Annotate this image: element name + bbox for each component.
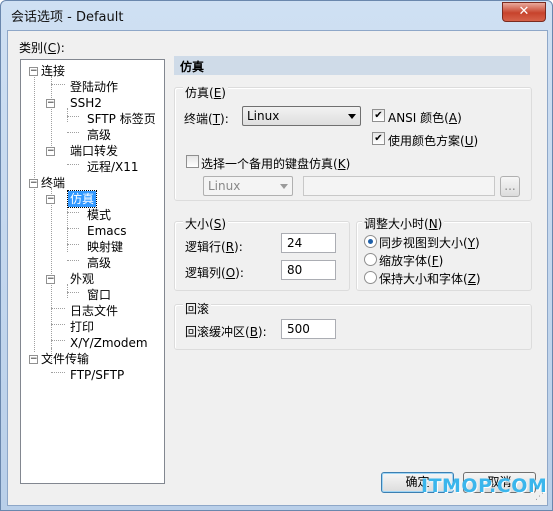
tree-item-window[interactable]: 窗口 <box>87 287 111 303</box>
panel-header: 仿真 <box>174 56 530 75</box>
collapse-icon[interactable]: − <box>46 147 55 156</box>
panel-title: 仿真 <box>180 60 205 74</box>
category-label: 类别(C): <box>19 41 65 55</box>
alt-keyboard-label[interactable]: 选择一个备用的键盘仿真(K) <box>201 155 350 172</box>
collapse-icon[interactable]: − <box>29 179 38 188</box>
title-bar[interactable]: 会话选项 - Default ✕ <box>1 1 552 29</box>
tree-item-ssh2[interactable]: SSH2 <box>70 95 102 111</box>
collapse-icon[interactable]: − <box>46 275 55 284</box>
tree-item-emulation-advanced[interactable]: 高级 <box>87 255 111 271</box>
chevron-down-icon <box>280 184 288 189</box>
scrollback-group-title: 回滚 <box>183 300 212 317</box>
scale-font-label[interactable]: 缩放字体(F) <box>379 252 443 269</box>
dialog-body: 类别(C): − 连接 登陆动作 − SSH2 SFTP 标签页 高级 − 端口… <box>7 30 548 506</box>
columns-label: 逻辑列(O): <box>185 266 244 280</box>
tree-item-emacs[interactable]: Emacs <box>87 223 126 239</box>
tree-item-ftp-sftp[interactable]: FTP/SFTP <box>70 367 124 383</box>
color-scheme-label[interactable]: 使用颜色方案(U) <box>388 132 478 149</box>
close-button[interactable]: ✕ <box>502 2 546 22</box>
keep-size-radio[interactable] <box>364 271 377 284</box>
alt-keyboard-value: Linux <box>208 179 241 193</box>
tree-item-remote-x11[interactable]: 远程/X11 <box>87 159 139 175</box>
watermark: ITMOP.COM <box>421 475 548 497</box>
terminal-type-select[interactable]: Linux <box>242 106 361 126</box>
chevron-down-icon <box>348 114 356 119</box>
collapse-icon[interactable]: − <box>46 195 55 204</box>
sync-view-label[interactable]: 同步视图到大小(Y) <box>379 234 480 251</box>
browse-button[interactable]: ... <box>500 176 520 197</box>
alt-keyboard-select[interactable]: Linux <box>203 176 293 196</box>
scrollback-buffer-label: 回滚缓冲区(B): <box>185 325 267 339</box>
emulation-group-title: 仿真(E) <box>183 84 228 101</box>
tree-item-file-transfer[interactable]: 文件传输 <box>41 351 89 367</box>
scrollback-buffer-field[interactable]: 500 <box>281 319 336 339</box>
collapse-icon[interactable]: − <box>29 355 38 364</box>
tree-item-modes[interactable]: 模式 <box>87 207 111 223</box>
terminal-type-value: Linux <box>247 109 280 123</box>
alt-keyboard-path-field[interactable] <box>303 176 495 196</box>
tree-item-mapped-keys[interactable]: 映射键 <box>87 239 123 255</box>
ansi-color-label[interactable]: ANSI 颜色(A) <box>388 109 462 126</box>
scale-font-radio[interactable] <box>364 253 377 266</box>
resize-group-title: 调整大小时(N) <box>362 215 445 232</box>
tree-item-printing[interactable]: 打印 <box>70 319 94 335</box>
size-group-title: 大小(S) <box>183 215 228 232</box>
rows-field[interactable]: 24 <box>281 233 336 253</box>
category-tree[interactable]: − 连接 登陆动作 − SSH2 SFTP 标签页 高级 − 端口转发 远程/X… <box>20 59 165 484</box>
tree-item-terminal[interactable]: 终端 <box>41 175 65 191</box>
tree-item-ssh2-advanced[interactable]: 高级 <box>87 127 111 143</box>
tree-item-sftp-tab[interactable]: SFTP 标签页 <box>87 111 156 127</box>
tree-item-xyzmodem[interactable]: X/Y/Zmodem <box>70 335 148 351</box>
collapse-icon[interactable]: − <box>46 99 55 108</box>
tree-item-emulation[interactable]: 仿真 <box>66 190 98 208</box>
keep-size-label[interactable]: 保持大小和字体(Z) <box>379 270 481 287</box>
sync-view-radio[interactable] <box>364 235 377 248</box>
columns-field[interactable]: 80 <box>281 260 336 280</box>
color-scheme-checkbox[interactable]: ✔ <box>372 132 385 145</box>
tree-item-log-file[interactable]: 日志文件 <box>70 303 118 319</box>
tree-item-connection[interactable]: 连接 <box>41 63 65 79</box>
tree-item-appearance[interactable]: 外观 <box>70 271 94 287</box>
session-options-dialog: 会话选项 - Default ✕ 类别(C): − 连接 登陆动作 − SSH2… <box>0 0 553 511</box>
ansi-color-checkbox[interactable]: ✔ <box>372 109 385 122</box>
collapse-icon[interactable]: − <box>29 67 38 76</box>
terminal-label: 终端(T): <box>184 112 229 126</box>
tree-item-port-forwarding[interactable]: 端口转发 <box>70 143 118 159</box>
window-title: 会话选项 - Default <box>11 10 124 25</box>
rows-label: 逻辑行(R): <box>185 240 243 254</box>
tree-item-login-actions[interactable]: 登陆动作 <box>70 79 118 95</box>
alt-keyboard-checkbox[interactable] <box>186 155 199 168</box>
